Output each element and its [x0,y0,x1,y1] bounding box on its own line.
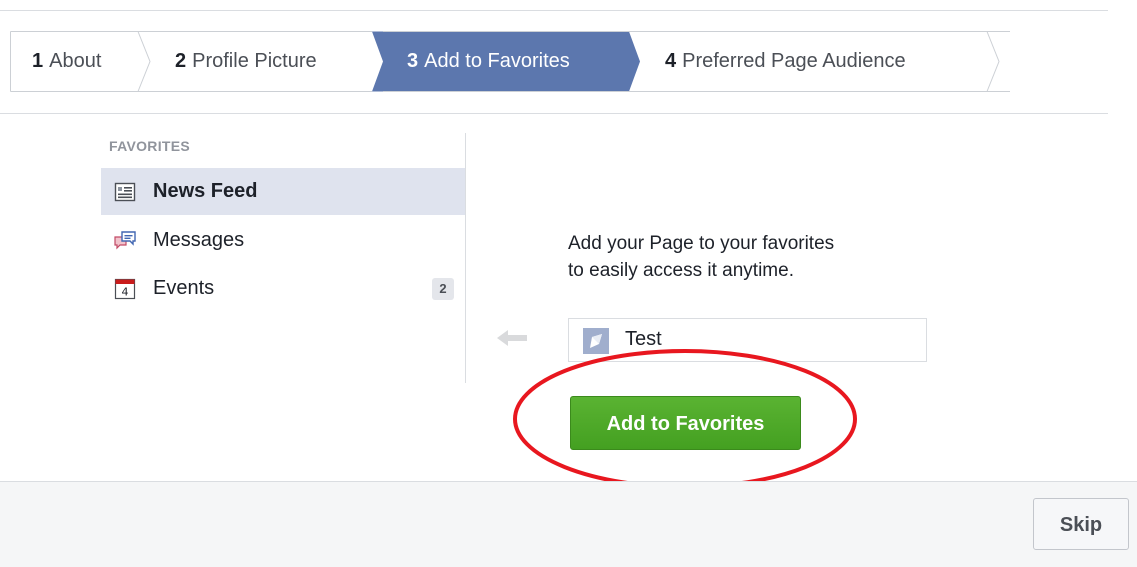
favorites-item-news-feed[interactable]: News Feed [101,168,465,215]
step-preferred-page-audience[interactable]: 4 Preferred Page Audience [665,31,906,92]
column-divider [465,133,466,383]
dialog-footer: Skip [0,481,1137,567]
events-count-badge: 2 [432,278,454,300]
step-label: Profile Picture [192,50,317,72]
prompt-line-2: to easily access it anytime. [568,260,794,281]
step-about[interactable]: 1 About [32,31,101,92]
favorites-item-label: News Feed [153,180,258,202]
setup-stepper: 1 About 2 Profile Picture 3 Add to Favorite… [10,31,1010,92]
step-number: 4 [665,50,677,72]
favorites-list: FAVORITES News Feed Messages 4 Events 2 [101,128,465,383]
step-profile-picture[interactable]: 2 Profile Picture [175,31,317,92]
news-feed-icon [114,182,136,202]
step-number: 2 [175,50,187,72]
step-label: Add to Favorites [424,50,570,72]
skip-button[interactable]: Skip [1033,498,1129,550]
messages-icon [114,231,136,250]
favorites-heading: FAVORITES [109,138,191,154]
prompt-line-1: Add your Page to your favorites [568,233,835,254]
stepper-divider [0,113,1108,114]
step-number: 3 [407,50,419,72]
page-flag-icon [583,328,609,354]
calendar-day: 4 [122,286,129,299]
top-divider [0,10,1108,11]
favorites-item-label: Events [153,277,215,299]
events-calendar-icon: 4 [114,278,136,300]
page-preview-chip: Test [568,318,927,362]
add-to-favorites-button[interactable]: Add to Favorites [570,396,801,450]
favorites-item-label: Messages [153,229,245,251]
page-name: Test [625,328,662,350]
favorites-item-messages[interactable]: Messages [101,217,465,264]
step-number: 1 [32,50,44,72]
favorites-dialog: 1 About 2 Profile Picture 3 Add to Favorite… [0,0,1137,567]
favorites-item-events[interactable]: 4 Events 2 [101,265,465,312]
step-label: About [49,50,102,72]
step-label: Preferred Page Audience [682,50,906,72]
step-add-to-favorites[interactable]: 3 Add to Favorites [407,31,570,92]
arrow-left-icon [497,330,527,346]
